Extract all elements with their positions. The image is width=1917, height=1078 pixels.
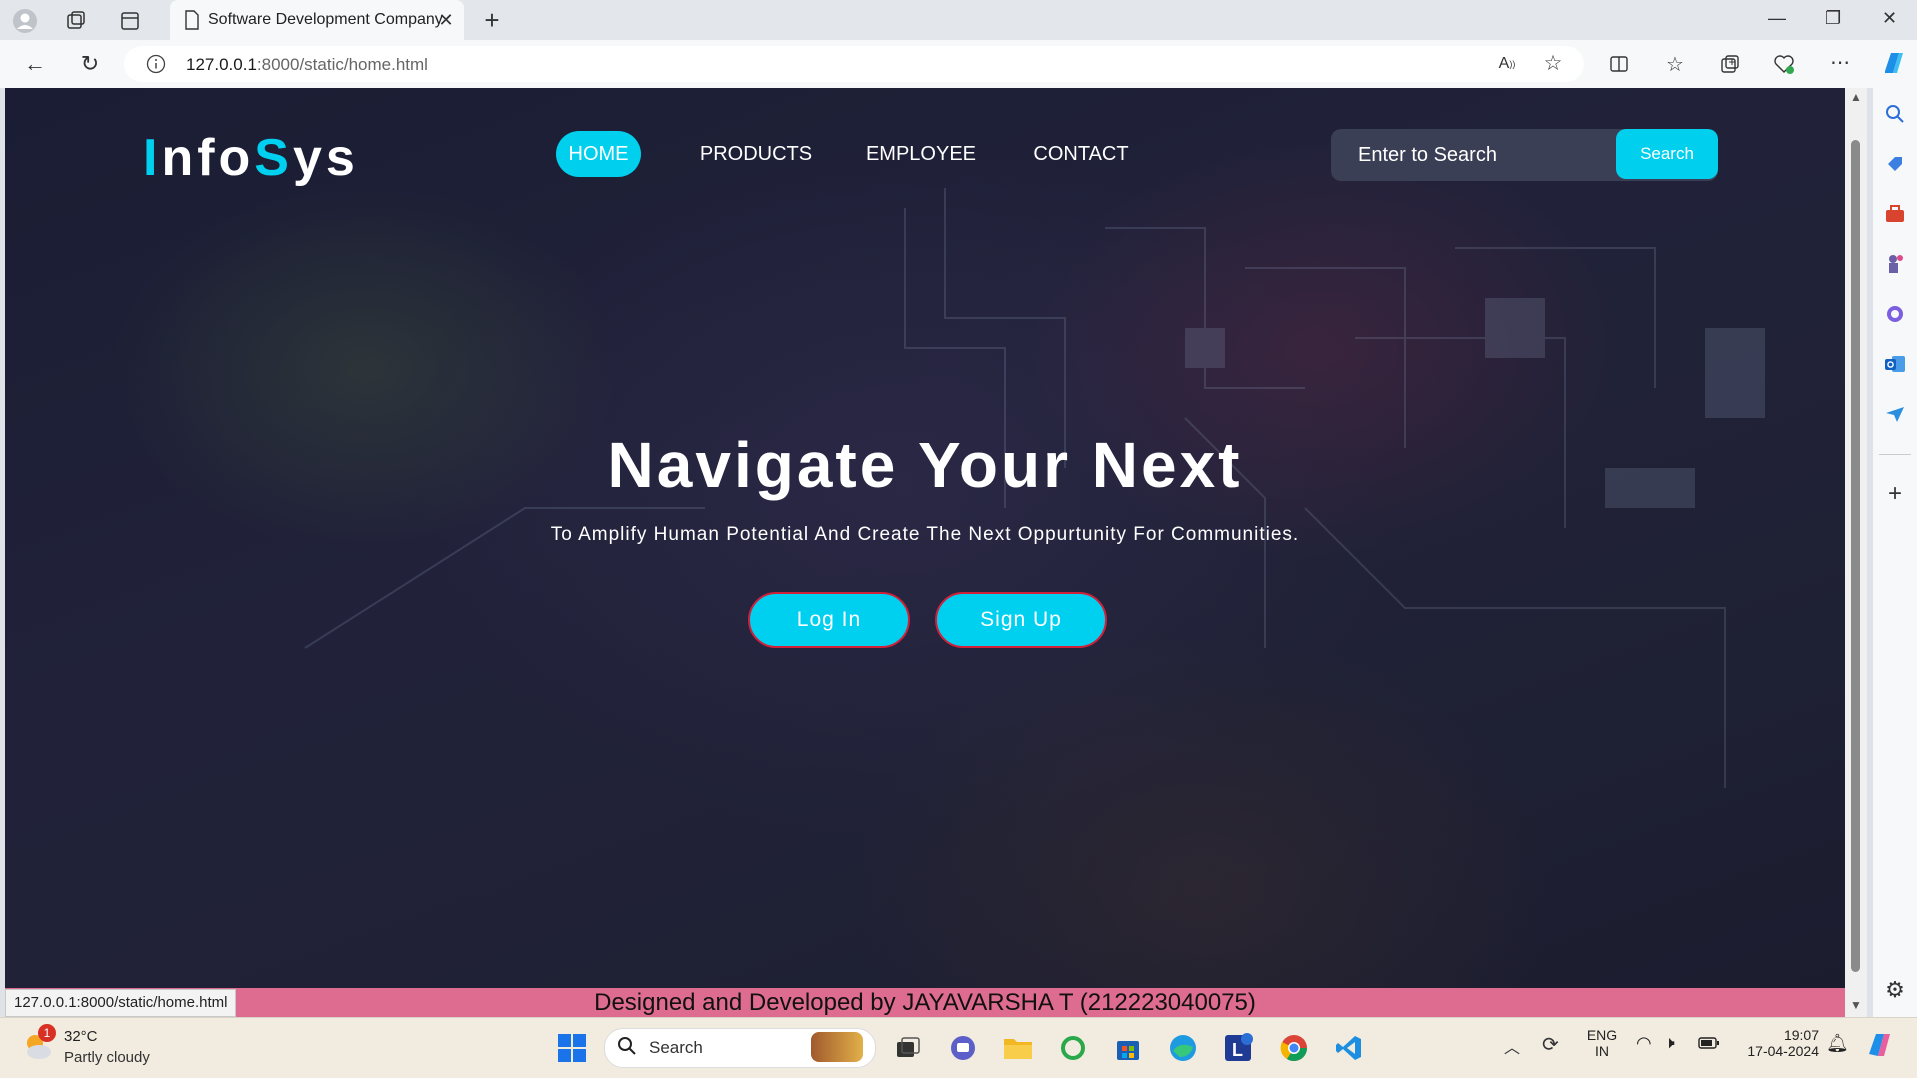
nav-employee[interactable]: EMPLOYEE [863,131,979,177]
language-indicator[interactable]: ENG IN [1586,1027,1618,1059]
copilot-taskbar-icon[interactable] [1864,1030,1894,1065]
minimize-icon[interactable]: — [1768,8,1786,29]
scrollbar-thumb[interactable] [1851,140,1860,972]
edge-sidebar: + ⚙ [1873,88,1917,1017]
hero-title: Navigate Your Next [607,429,1243,501]
search-button[interactable]: Search [1616,129,1718,179]
file-explorer-icon[interactable] [1002,1032,1034,1064]
task-view-icon[interactable] [892,1032,924,1064]
wifi-icon[interactable]: ◠ [1636,1033,1652,1054]
address-bar: ← ↻ 127.0.0.1:8000/static/home.html A)) … [0,40,1917,88]
vscode-icon[interactable] [1333,1032,1365,1064]
page-icon [182,10,202,30]
sync-icon[interactable]: ⟳ [1542,1032,1559,1057]
taskbar-search-icon [617,1036,637,1061]
new-tab-icon[interactable]: + [480,5,504,35]
sidebar-microsoft365-icon[interactable] [1883,302,1907,326]
circuit-background [304,188,1765,788]
browser-essentials-icon[interactable] [1772,52,1796,76]
svg-text:L: L [1232,1040,1243,1060]
tab-active[interactable]: Software Development Company ✕ [170,0,464,40]
info-icon[interactable] [146,54,166,74]
weather-icon[interactable]: 1 [20,1024,56,1064]
close-window-icon[interactable]: ✕ [1882,8,1897,29]
volume-muted-icon[interactable]: 🕨 [1664,1033,1675,1053]
clock-time: 19:07 [1783,1027,1819,1043]
tray-chevron-icon[interactable]: ︿ [1504,1034,1520,1058]
app-l-icon[interactable]: L [1222,1032,1254,1064]
url-field[interactable]: 127.0.0.1:8000/static/home.html A)) ☆ [124,46,1584,82]
copilot-icon[interactable] [1878,48,1908,78]
workspaces-icon[interactable] [64,9,88,33]
microsoft-store-icon[interactable] [1112,1032,1144,1064]
logo-letter-i: I [143,129,162,187]
page-footer: Designed and Developed by JAYAVARSHA T (… [5,988,1845,1017]
language-top: ENG [1586,1027,1618,1043]
back-icon[interactable]: ← [22,51,48,76]
page-viewport: InfoSys HOME PRODUCTS EMPLOYEE CONTACT S… [5,88,1845,1017]
restore-icon[interactable]: ❐ [1825,8,1841,29]
nav-home[interactable]: HOME [556,131,641,177]
page-scrollbar[interactable]: ▲ ▼ [1845,88,1867,1017]
read-aloud-icon[interactable]: A)) [1496,54,1518,74]
clock[interactable]: 19:07 17-04-2024 [1735,1027,1819,1059]
battery-icon[interactable] [1698,1036,1720,1054]
split-screen-icon[interactable] [1607,52,1631,76]
sidebar-search-icon[interactable] [1883,102,1907,126]
more-options-icon[interactable]: ⋯ [1828,50,1852,74]
weather-badge: 1 [38,1024,56,1042]
logo-ys: ys [292,129,359,187]
sidebar-divider [1879,454,1911,455]
vertical-tabs-icon[interactable] [118,9,142,33]
notifications-icon[interactable]: 🔔︎ [1826,1033,1849,1054]
refresh-icon[interactable]: ↻ [77,51,103,76]
sidebar-drop-icon[interactable] [1883,402,1907,426]
tab-title: Software Development Company [208,11,443,28]
scroll-up-icon[interactable]: ▲ [1850,90,1862,104]
close-tab-icon[interactable]: ✕ [436,10,456,30]
language-bottom: IN [1595,1043,1609,1059]
sidebar-tools-icon[interactable] [1883,202,1907,226]
windows-start-icon[interactable] [556,1032,588,1064]
url-text: 127.0.0.1:8000/static/home.html [186,55,428,74]
favorite-star-icon[interactable]: ☆ [1542,52,1564,75]
sidebar-games-icon[interactable] [1883,252,1907,276]
chrome-icon[interactable] [1278,1032,1310,1064]
sidebar-outlook-icon[interactable] [1883,352,1907,376]
tab-bar: Software Development Company ✕ + — ❐ ✕ [0,0,1917,40]
search-box: Search [1331,129,1718,181]
search-highlight-icon [811,1032,863,1062]
sidebar-settings-icon[interactable]: ⚙ [1883,977,1907,1002]
sidebar-shopping-icon[interactable] [1883,152,1907,176]
hero-subtitle: To Amplify Human Potential And Create Th… [550,524,1300,545]
nav-products[interactable]: PRODUCTS [696,131,816,177]
search-input[interactable] [1331,129,1611,181]
scroll-down-icon[interactable]: ▼ [1850,998,1862,1012]
sidebar-add-icon[interactable]: + [1883,480,1907,507]
clock-date: 17-04-2024 [1747,1043,1819,1059]
teams-chat-icon[interactable] [947,1032,979,1064]
taskbar: 1 32°C Partly cloudy Search L ︿ ⟳ ENG IN… [0,1017,1917,1078]
edge-browser-icon[interactable] [1167,1032,1199,1064]
app-green-ring-icon[interactable] [1057,1032,1089,1064]
favorites-icon[interactable]: ☆ [1662,51,1688,77]
logo-nfo: nfo [161,129,255,187]
nav-contact[interactable]: CONTACT [1028,131,1134,177]
weather-temp: 32°C [64,1028,98,1045]
signup-button[interactable]: Sign Up [935,592,1107,648]
taskbar-search[interactable]: Search [604,1028,876,1068]
login-button[interactable]: Log In [748,592,910,648]
collections-icon[interactable] [1718,52,1742,76]
profile-icon[interactable] [12,8,38,34]
status-url: 127.0.0.1:8000/static/home.html [5,989,237,1017]
logo-letter-s: S [254,129,293,187]
taskbar-search-label: Search [649,1038,703,1057]
weather-desc: Partly cloudy [64,1049,150,1066]
site-logo[interactable]: InfoSys [143,128,359,188]
